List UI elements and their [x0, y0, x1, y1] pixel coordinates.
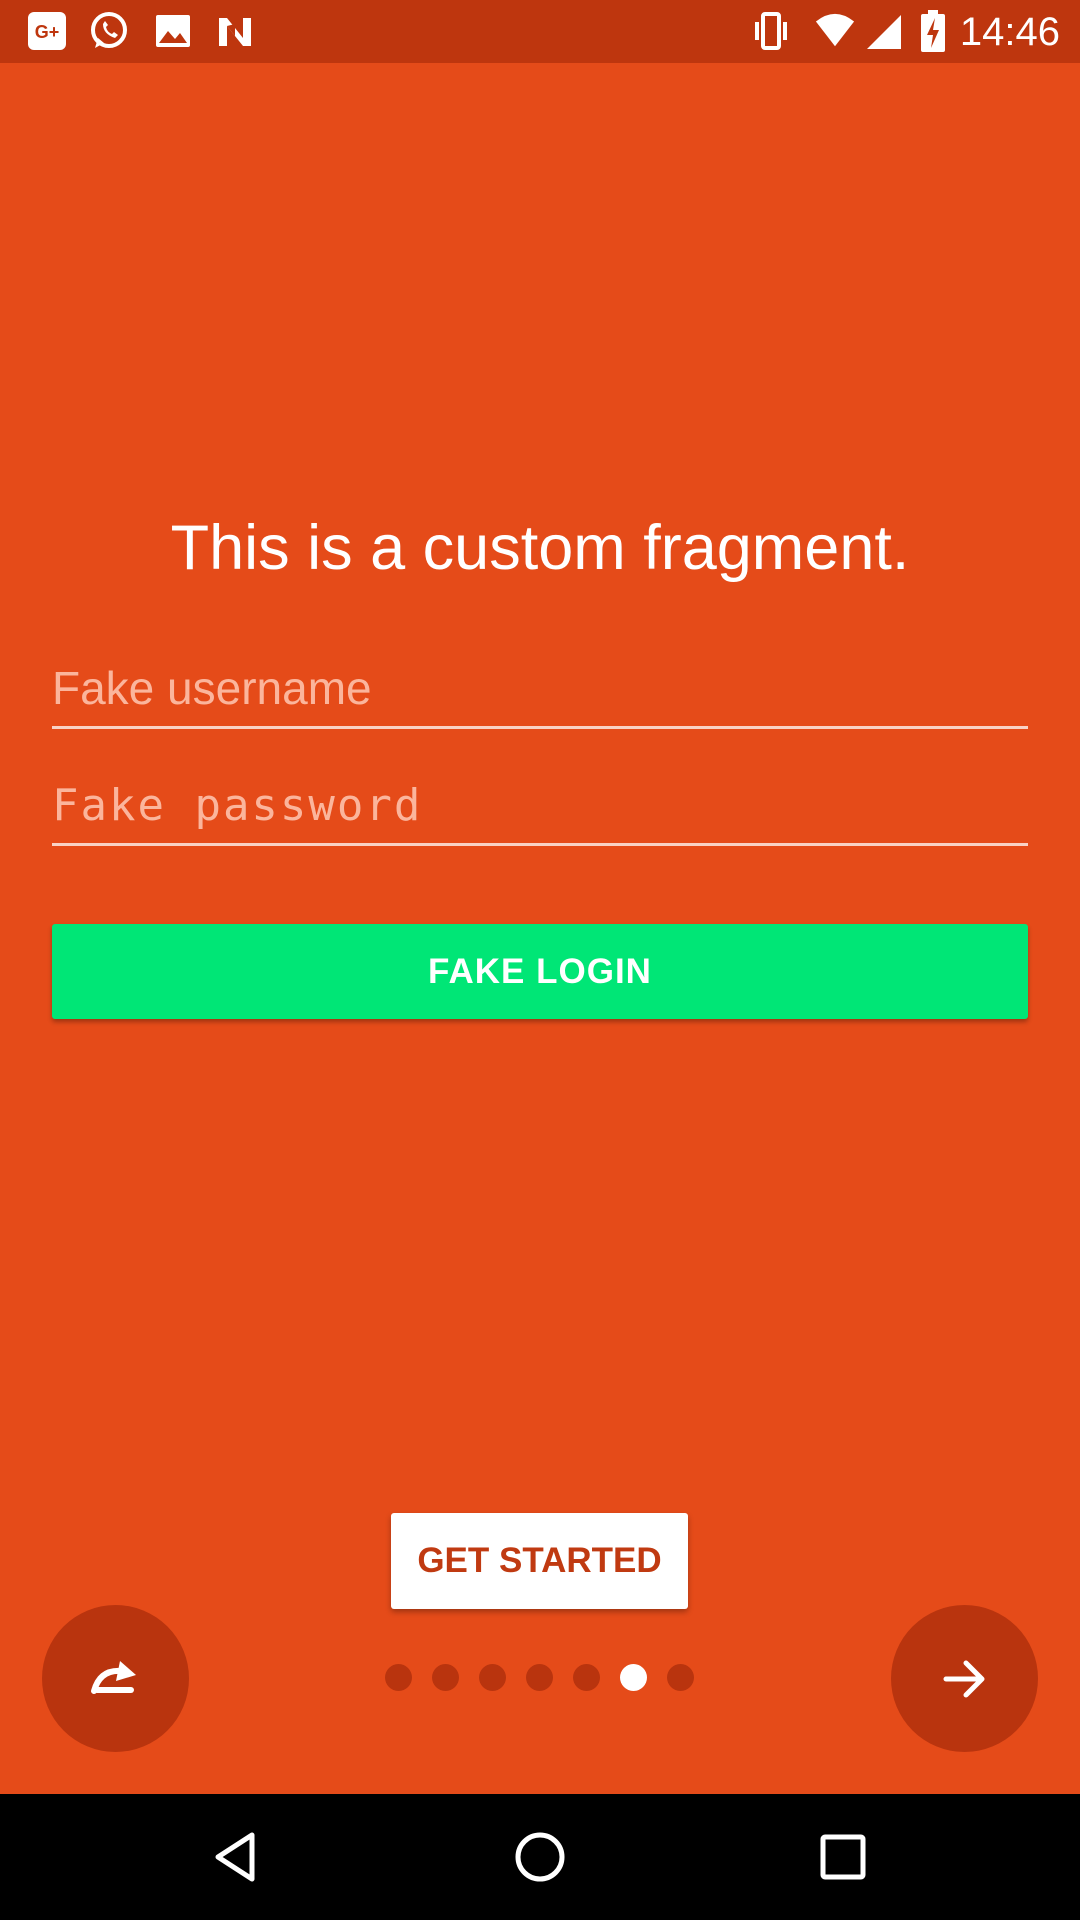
home-button[interactable]: [500, 1817, 580, 1897]
recents-button[interactable]: [803, 1817, 883, 1897]
arrow-right-icon: [943, 1660, 984, 1697]
cell-signal-icon: [862, 10, 904, 52]
n-app-icon: [214, 10, 256, 52]
whatsapp-icon: [88, 10, 130, 52]
recents-icon: [820, 1834, 866, 1880]
home-icon: [515, 1832, 565, 1882]
next-button[interactable]: [891, 1605, 1038, 1752]
redo-arrow-icon: [90, 1660, 136, 1694]
battery-charging-icon: [912, 10, 954, 52]
back-icon: [215, 1832, 255, 1882]
username-input[interactable]: [52, 656, 1028, 720]
fake-login-button[interactable]: FAKE LOGIN: [52, 924, 1028, 1019]
page-dot[interactable]: [385, 1664, 412, 1691]
username-field[interactable]: [52, 656, 1028, 729]
password-input[interactable]: [52, 773, 1028, 837]
svg-text:G+: G+: [35, 22, 60, 42]
wifi-icon: [814, 10, 856, 52]
intro-screen: G+ 14:46 This is a custom fragment. Fake…: [0, 0, 1080, 1920]
status-time: 14:46: [959, 10, 1060, 54]
vibrate-icon: [750, 10, 792, 52]
system-nav-bar: [0, 1794, 1080, 1920]
page-dot[interactable]: [573, 1664, 600, 1691]
page-dot[interactable]: [432, 1664, 459, 1691]
page-title: This is a custom fragment.: [170, 513, 910, 583]
password-field[interactable]: [52, 773, 1028, 846]
status-bar: G+ 14:46: [0, 0, 1080, 63]
page-dot[interactable]: [526, 1664, 553, 1691]
page-dot-active[interactable]: [620, 1664, 647, 1691]
page-indicator: [385, 1664, 694, 1692]
google-plus-icon: G+: [26, 10, 68, 52]
get-started-button[interactable]: GET STARTED: [391, 1513, 688, 1609]
back-button[interactable]: [196, 1817, 276, 1897]
page-dot[interactable]: [479, 1664, 506, 1691]
skip-button[interactable]: [42, 1605, 189, 1752]
image-icon: [152, 10, 194, 52]
page-dot[interactable]: [667, 1664, 694, 1691]
